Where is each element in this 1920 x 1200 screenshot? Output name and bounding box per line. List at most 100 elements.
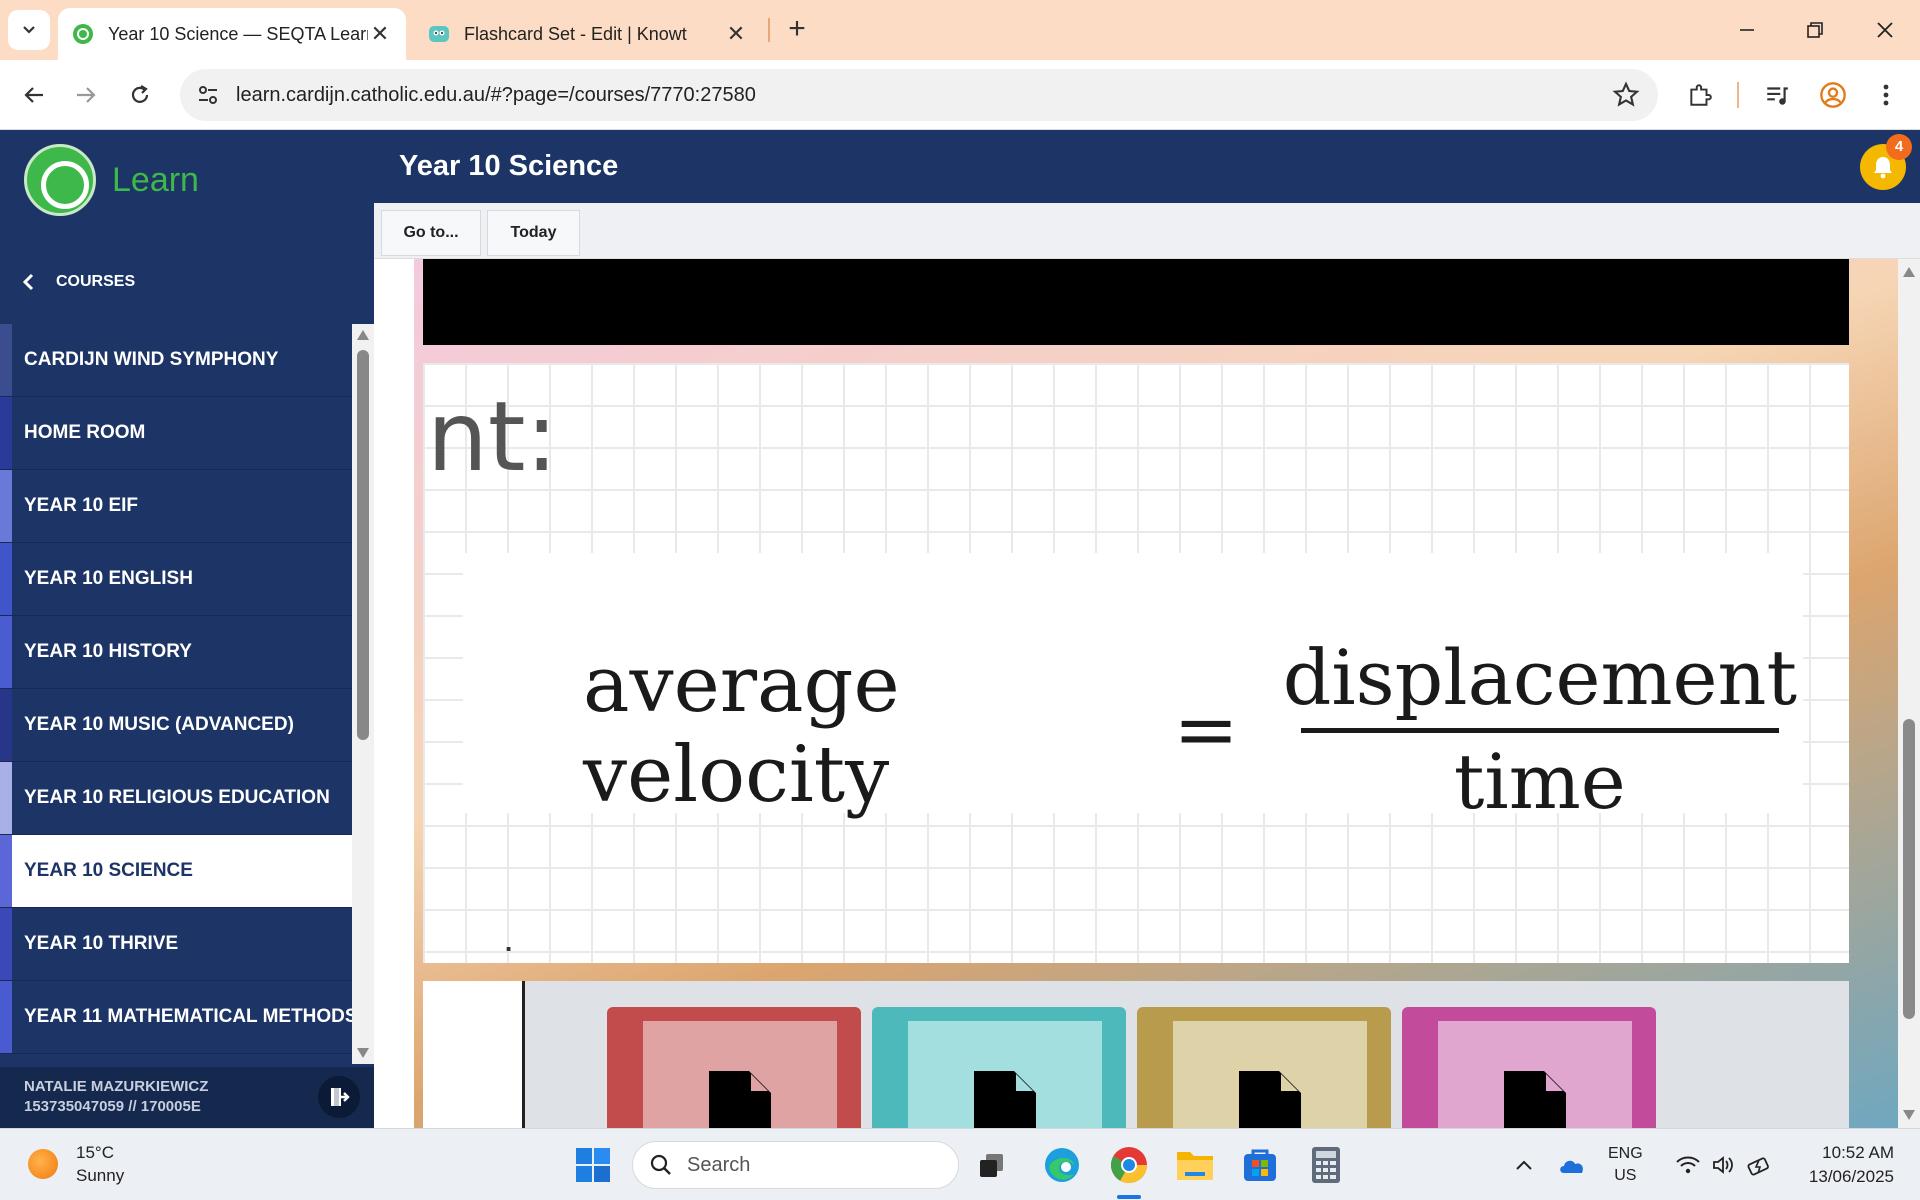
volume-button[interactable] — [1704, 1143, 1744, 1187]
course-item[interactable]: CARDIJN WIND SYMPHONY — [0, 324, 352, 397]
course-item[interactable]: YEAR 10 HISTORY — [0, 616, 352, 689]
calculator-button[interactable] — [1304, 1143, 1348, 1187]
calculator-icon — [1312, 1147, 1340, 1183]
document-icon — [1504, 1071, 1566, 1128]
brand[interactable]: Learn — [24, 144, 199, 216]
file-card-inner — [908, 1021, 1102, 1128]
browser-tab-strip: Year 10 Science — SEQTA Learn ✕ Flashcar… — [0, 0, 1920, 60]
logout-button[interactable] — [318, 1076, 360, 1118]
tab-seqta[interactable]: Year 10 Science — SEQTA Learn ✕ — [58, 8, 406, 60]
tab-knowt[interactable]: Flashcard Set - Edit | Knowt ✕ — [414, 8, 762, 60]
course-item-label: YEAR 10 RELIGIOUS EDUCATION — [24, 787, 330, 808]
profile-button[interactable] — [1813, 75, 1853, 115]
system-clock[interactable]: 10:52 AM 13/06/2025 — [1790, 1141, 1894, 1189]
back-button[interactable] — [14, 75, 54, 115]
sub-toolbar: Go to... Today — [374, 203, 1920, 259]
url-text: learn.cardijn.catholic.edu.au/#?page=/co… — [236, 84, 756, 106]
content-scrollbar[interactable] — [1898, 259, 1920, 1128]
windows-taskbar: 15°C Sunny Search ENG US 10:52 AM 13/06/… — [0, 1128, 1920, 1200]
course-item[interactable]: YEAR 10 MUSIC (ADVANCED) — [0, 689, 352, 762]
fraction-bar — [1300, 728, 1779, 733]
windows-logo-icon — [576, 1148, 610, 1182]
show-hidden-icons-button[interactable] — [1504, 1143, 1544, 1187]
chrome-button[interactable] — [1107, 1143, 1151, 1187]
store-button[interactable] — [1238, 1143, 1282, 1187]
minimize-button[interactable] — [1722, 10, 1772, 50]
weather-desc: Sunny — [76, 1166, 125, 1185]
extensions-button[interactable] — [1680, 75, 1720, 115]
browser-menu-button[interactable] — [1866, 75, 1906, 115]
course-item-label: YEAR 10 MUSIC (ADVANCED) — [24, 714, 294, 735]
formula-equals: = — [1173, 684, 1239, 775]
chevron-down-icon — [23, 26, 35, 34]
close-tab-icon[interactable]: ✕ — [368, 21, 392, 47]
close-window-button[interactable] — [1860, 10, 1910, 50]
formula-numerator: displacement — [1282, 633, 1797, 722]
file-card-inner — [1438, 1021, 1632, 1128]
scrollbar-thumb[interactable] — [1903, 719, 1915, 1019]
wifi-button[interactable] — [1668, 1143, 1708, 1187]
taskbar-search[interactable]: Search — [632, 1141, 959, 1189]
resource-tray — [423, 981, 1849, 1128]
file-card[interactable] — [1137, 1007, 1391, 1128]
notification-badge: 4 — [1886, 134, 1912, 160]
onedrive-button[interactable] — [1552, 1143, 1592, 1187]
file-card[interactable] — [1402, 1007, 1656, 1128]
course-item[interactable]: YEAR 10 SCIENCE — [0, 835, 352, 908]
file-card-inner — [643, 1021, 837, 1128]
document-icon — [974, 1071, 1036, 1128]
bookmark-star-icon[interactable] — [1612, 81, 1640, 109]
tab-search-button[interactable] — [8, 10, 50, 50]
scroll-up-icon[interactable] — [1903, 267, 1915, 277]
store-icon — [1244, 1149, 1276, 1181]
course-list: CARDIJN WIND SYMPHONY HOME ROOM YEAR 10 EI… — [0, 324, 352, 1064]
scroll-up-icon[interactable] — [357, 330, 369, 340]
slide-top-bar — [423, 259, 1849, 345]
more-vertical-icon — [1883, 84, 1889, 106]
toolbar-divider — [1737, 82, 1739, 108]
course-item[interactable]: YEAR 10 RELIGIOUS EDUCATION — [0, 762, 352, 835]
app-header: Year 10 Science 4 — [374, 130, 1920, 203]
today-button[interactable]: Today — [487, 210, 580, 256]
speaker-icon — [1713, 1156, 1733, 1174]
language-indicator[interactable]: ENG US — [1608, 1143, 1643, 1187]
restore-button[interactable] — [1790, 10, 1840, 50]
app-sidebar: Learn COURSES CARDIJN WIND SYMPHONY HOME … — [0, 130, 374, 1128]
scroll-down-icon[interactable] — [357, 1048, 369, 1058]
formula-panel: average velocity = displacement time — [463, 553, 1803, 826]
course-item-label: YEAR 10 ENGLISH — [24, 568, 193, 589]
bell-icon — [1874, 157, 1892, 179]
course-item[interactable]: YEAR 10 ENGLISH — [0, 543, 352, 616]
new-tab-button[interactable]: + — [780, 12, 814, 48]
sun-icon — [28, 1149, 58, 1179]
task-view-button[interactable] — [970, 1143, 1014, 1187]
clock-time: 10:52 AM — [1822, 1143, 1894, 1162]
scroll-down-icon[interactable] — [1903, 1110, 1915, 1120]
file-card[interactable] — [607, 1007, 861, 1128]
forward-button[interactable] — [66, 75, 106, 115]
reload-button[interactable] — [120, 75, 160, 115]
browser-toolbar: learn.cardijn.catholic.edu.au/#?page=/co… — [0, 60, 1920, 130]
course-item-label: YEAR 11 MATHEMATICAL METHODS — [24, 1006, 352, 1027]
lesson-content: nt: average velocity = displacement time… — [374, 259, 1898, 1128]
file-explorer-button[interactable] — [1173, 1143, 1217, 1187]
courses-back-button[interactable]: COURSES — [0, 250, 374, 314]
battery-button[interactable] — [1740, 1143, 1780, 1187]
close-tab-icon[interactable]: ✕ — [724, 21, 748, 47]
weather-widget[interactable]: 15°C Sunny — [28, 1141, 124, 1187]
puzzle-icon — [1690, 84, 1712, 106]
course-item[interactable]: YEAR 10 EIF — [0, 470, 352, 543]
course-item[interactable]: HOME ROOM — [0, 397, 352, 470]
file-card[interactable] — [872, 1007, 1126, 1128]
media-control-button[interactable] — [1757, 75, 1797, 115]
formula-fraction: displacement time — [1277, 633, 1803, 826]
scrollbar-thumb[interactable] — [357, 350, 369, 740]
course-item[interactable]: YEAR 10 THRIVE — [0, 908, 352, 981]
goto-button[interactable]: Go to... — [381, 210, 481, 256]
notifications-button[interactable]: 4 — [1860, 134, 1912, 190]
course-item[interactable]: YEAR 11 MATHEMATICAL METHODS — [0, 981, 352, 1054]
edge-button[interactable] — [1040, 1143, 1084, 1187]
sidebar-scrollbar[interactable] — [352, 324, 374, 1064]
start-button[interactable] — [571, 1143, 615, 1187]
address-bar[interactable]: learn.cardijn.catholic.edu.au/#?page=/co… — [180, 69, 1658, 121]
